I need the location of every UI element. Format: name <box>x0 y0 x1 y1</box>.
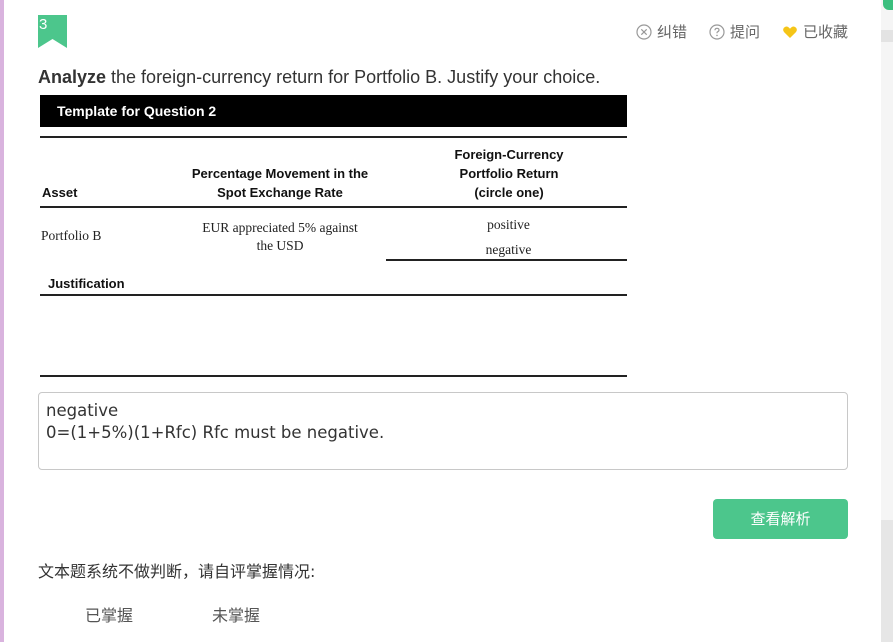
cell-movement-line2: the USD <box>256 238 304 253</box>
question-actions: 纠错 提问 已收藏 <box>614 21 848 42</box>
not-mastered-option[interactable]: 未掌握 <box>212 602 260 626</box>
question-circle-icon <box>709 23 725 40</box>
justification-label: Justification <box>48 276 125 291</box>
col-header-return-line1: Foreign-Currency <box>454 147 564 162</box>
question-rest: the foreign-currency return for Portfoli… <box>106 67 601 87</box>
answer-line-1: negative <box>46 401 119 420</box>
col-header-movement-line2: Spot Exchange Rate <box>217 185 343 200</box>
report-error-label: 纠错 <box>656 23 687 41</box>
ask-label: 提问 <box>729 23 760 41</box>
grey-tab-marker <box>881 30 893 42</box>
cell-movement: EUR appreciated 5% against the USD <box>175 219 385 255</box>
mastered-option[interactable]: 已掌握 <box>85 602 133 626</box>
left-accent-bar <box>0 0 4 642</box>
close-circle-icon <box>636 23 652 40</box>
template-title: Template for Question 2 <box>40 95 627 127</box>
col-header-asset: Asset <box>42 185 78 200</box>
view-analysis-button[interactable]: 查看解析 <box>713 499 848 539</box>
col-header-movement: Percentage Movement in the Spot Exchange… <box>175 164 385 202</box>
options-rule <box>386 259 627 261</box>
table-bottom-rule <box>40 375 627 377</box>
report-error-button[interactable]: 纠错 <box>636 21 687 42</box>
question-number-badge: 3 <box>38 15 67 48</box>
col-header-return: Foreign-Currency Portfolio Return (circl… <box>400 145 618 202</box>
col-header-return-line3: (circle one) <box>474 185 544 200</box>
favorited-label: 已收藏 <box>802 23 848 41</box>
self-assess-note: 文本题系统不做判断，请自评掌握情况: <box>38 562 316 581</box>
question-bold-word: Analyze <box>38 67 107 87</box>
cell-movement-line1: EUR appreciated 5% against <box>202 220 358 235</box>
cell-asset: Portfolio B <box>41 228 102 243</box>
right-scroll-area <box>881 0 893 642</box>
template-table: Template for Question 2 Asset Percentage… <box>40 95 627 380</box>
scrollbar[interactable] <box>881 520 893 642</box>
justification-rule <box>40 294 627 296</box>
ask-question-button[interactable]: 提问 <box>709 21 760 42</box>
green-tab-marker <box>883 0 893 10</box>
answer-line-2: 0=(1+5%)(1+Rfc) Rfc must be negative. <box>46 423 385 442</box>
col-header-return-line2: Portfolio Return <box>459 166 559 181</box>
col-header-movement-line1: Percentage Movement in the <box>191 166 369 181</box>
heart-icon <box>782 24 798 40</box>
favorite-button[interactable]: 已收藏 <box>782 21 848 42</box>
table-top-rule <box>40 136 627 138</box>
option-negative: negative <box>485 242 532 257</box>
option-positive: positive <box>487 217 530 232</box>
question-number: 3 <box>39 16 48 33</box>
question-text: Analyze the foreign-currency return for … <box>38 67 600 88</box>
table-header-rule <box>40 206 627 208</box>
answer-textarea[interactable]: negative 0=(1+5%)(1+Rfc) Rfc must be neg… <box>38 392 848 470</box>
